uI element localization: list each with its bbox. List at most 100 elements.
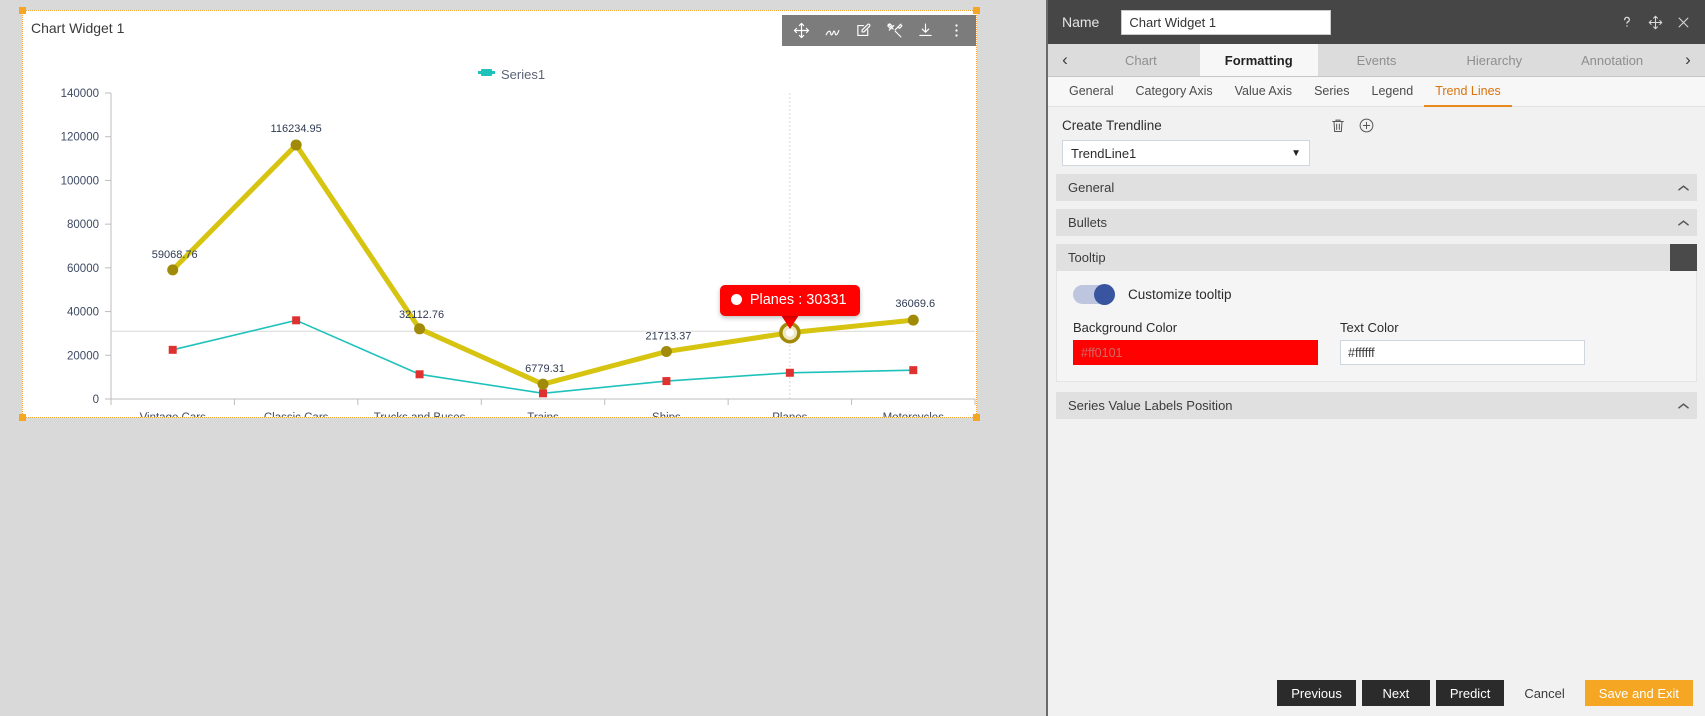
name-input[interactable] — [1121, 9, 1332, 35]
value-axis-tick-label: 20000 — [67, 350, 99, 362]
create-trendline-label: Create Trendline — [1062, 118, 1162, 133]
chart-widget[interactable]: Chart Widget 1 Series1 0 20000 40000 600… — [19, 7, 980, 421]
trendline-marker[interactable] — [167, 264, 179, 276]
tab-hierarchy[interactable]: Hierarchy — [1435, 44, 1554, 76]
customize-tooltip-toggle[interactable] — [1073, 284, 1115, 305]
subtab-value-axis[interactable]: Value Axis — [1224, 77, 1303, 107]
series1-marker[interactable] — [785, 368, 794, 377]
chevron-up-icon[interactable] — [1670, 209, 1697, 236]
tab-events[interactable]: Events — [1317, 44, 1436, 76]
text-color-input[interactable] — [1340, 340, 1585, 365]
series1-marker[interactable] — [662, 377, 671, 386]
trendline-line — [170, 142, 916, 387]
section-tooltip-label: Tooltip — [1068, 250, 1106, 265]
tab-annotation[interactable]: Annotation — [1553, 44, 1671, 76]
application-root: Chart Widget 1 Series1 0 20000 40000 600… — [0, 0, 1705, 716]
trendline-select[interactable]: TrendLine1 ▼ — [1062, 140, 1310, 166]
trendline-marker[interactable] — [537, 378, 549, 390]
subtab-trend-lines[interactable]: Trend Lines — [1424, 77, 1512, 107]
line-chart[interactable]: Series1 0 20000 40000 60000 80000 100000 12000… — [23, 11, 978, 417]
tab-formatting[interactable]: Formatting — [1199, 44, 1318, 76]
tabs-next-button[interactable]: › — [1671, 44, 1705, 76]
value-axis-tick-label: 100000 — [61, 175, 99, 187]
trendline-value-label: 36069.6 — [895, 298, 935, 310]
section-bullets[interactable]: Bullets — [1056, 209, 1697, 236]
background-color-input[interactable] — [1073, 340, 1318, 365]
plus-circle-icon[interactable] — [1358, 117, 1375, 134]
tabs-prev-button[interactable]: ‹ — [1048, 44, 1082, 76]
value-axis-tick-label: 40000 — [67, 307, 99, 319]
cancel-button[interactable]: Cancel — [1510, 680, 1578, 706]
tooltip-bullet-icon — [730, 294, 742, 306]
series1-marker[interactable] — [415, 370, 424, 379]
value-axis-tick-label: 0 — [93, 394, 99, 406]
subtab-legend[interactable]: Legend — [1361, 77, 1425, 107]
legend-label: Series1 — [501, 67, 545, 82]
category-axis-labels: Vintage Cars Classic Cars Trucks and Buses… — [140, 412, 945, 417]
trendline-marker[interactable] — [414, 323, 426, 335]
previous-button[interactable]: Previous — [1277, 680, 1356, 706]
tools-icon[interactable] — [879, 15, 910, 46]
chart-tooltip: Planes : 30331 — [719, 284, 860, 316]
tab-chart[interactable]: Chart — [1082, 44, 1200, 76]
subtab-category-axis[interactable]: Category Axis — [1124, 77, 1223, 107]
trendline-value-label: 21713.37 — [645, 331, 691, 343]
chevron-up-icon[interactable] — [1670, 174, 1697, 201]
close-icon[interactable] — [1676, 15, 1691, 30]
subtab-series[interactable]: Series — [1303, 77, 1360, 107]
category-axis-label: Trucks and Buses — [374, 412, 466, 417]
series1-marker[interactable] — [292, 316, 301, 325]
series1-marker[interactable] — [909, 366, 918, 375]
category-axis-label: Classic Cars — [264, 412, 329, 417]
trendline-marker[interactable] — [907, 314, 919, 326]
panel-subtabs[interactable]: General Category Axis Value Axis Series Lege… — [1048, 77, 1705, 107]
resize-handle-top-left[interactable] — [19, 7, 26, 14]
scribble-icon[interactable] — [817, 15, 848, 46]
trendline-value-label: 6779.31 — [525, 363, 565, 375]
resize-handle-bottom-right[interactable] — [973, 414, 980, 421]
resize-handle-bottom-left[interactable] — [19, 414, 26, 421]
move-icon[interactable] — [786, 15, 817, 46]
value-axis-tick-label: 120000 — [61, 132, 99, 144]
next-button[interactable]: Next — [1361, 680, 1430, 706]
customize-tooltip-label: Customize tooltip — [1128, 287, 1232, 302]
save-and-exit-button[interactable]: Save and Exit — [1584, 680, 1693, 706]
background-color-label: Background Color — [1073, 320, 1178, 335]
resize-handle-top-right[interactable] — [973, 7, 980, 14]
series1-marker[interactable] — [168, 345, 177, 354]
panel-footer: Previous Next Predict Cancel Save and Exit — [1048, 670, 1705, 716]
trendline-marker[interactable] — [660, 346, 672, 358]
help-icon[interactable] — [1619, 14, 1635, 30]
design-canvas[interactable]: Chart Widget 1 Series1 0 20000 40000 600… — [0, 0, 1046, 716]
edit-icon[interactable] — [848, 15, 879, 46]
value-axis-ticks: 0 20000 40000 60000 80000 100000 120000 140000 — [61, 88, 111, 406]
trendline-marker[interactable] — [290, 139, 302, 151]
move-panel-icon[interactable] — [1648, 15, 1663, 30]
background-color-field: Background Color — [1073, 320, 1318, 365]
trash-icon[interactable] — [1330, 117, 1346, 134]
widget-toolbar[interactable] — [782, 15, 976, 46]
subtab-general[interactable]: General — [1058, 77, 1124, 107]
section-series-value-labels-position[interactable]: Series Value Labels Position — [1056, 392, 1697, 419]
chevron-up-icon[interactable] — [1670, 392, 1697, 419]
panel-body: Create Trendline TrendLine1 ▼ General Bu… — [1048, 107, 1705, 716]
tab-label: Events — [1356, 52, 1397, 68]
chevron-down-icon[interactable] — [1670, 244, 1697, 271]
chart-legend: Series1 — [478, 67, 545, 82]
series1-marker[interactable] — [539, 389, 547, 398]
panel-header: Name — [1048, 0, 1705, 44]
value-axis-tick-label: 60000 — [67, 263, 99, 275]
section-series-value-labels-position-label: Series Value Labels Position — [1068, 398, 1233, 413]
category-axis-label: Planes — [772, 412, 807, 417]
properties-panel: Name Chart Widget 1 ‹ Chart Formatting E… — [1046, 0, 1705, 716]
create-trendline-row: Create Trendline — [1048, 107, 1705, 134]
section-general[interactable]: General — [1056, 174, 1697, 201]
value-axis-tick-label: 80000 — [67, 219, 99, 231]
tooltip-arrow — [780, 314, 799, 329]
more-vertical-icon[interactable] — [941, 15, 972, 46]
download-icon[interactable] — [910, 15, 941, 46]
predict-button[interactable]: Predict — [1435, 680, 1505, 706]
section-general-label: General — [1068, 180, 1115, 195]
section-tooltip[interactable]: Tooltip — [1056, 244, 1697, 271]
panel-tabs[interactable]: ‹ Chart Formatting Events Hierarchy Annotati… — [1048, 44, 1705, 77]
